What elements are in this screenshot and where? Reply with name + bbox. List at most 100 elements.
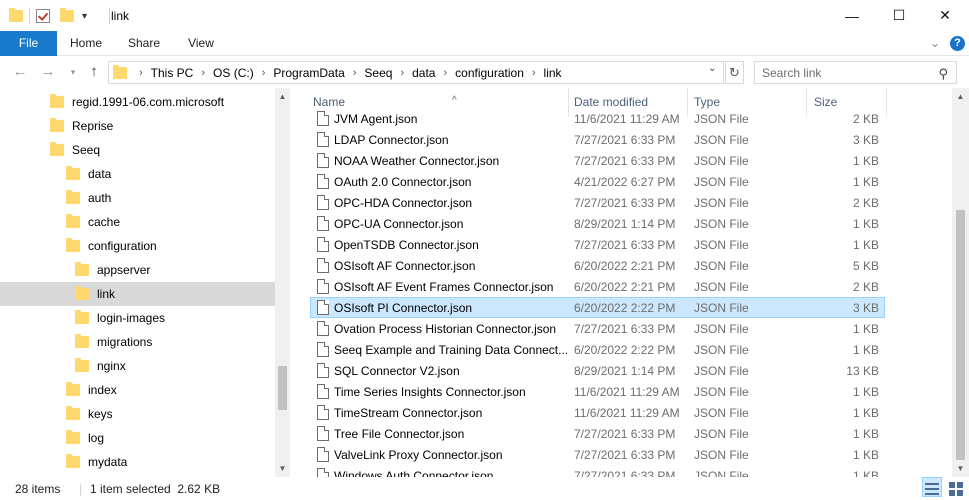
file-type: JSON File (694, 216, 749, 231)
scroll-up-icon[interactable]: ▲ (275, 92, 290, 101)
tree-item-link[interactable]: link (0, 282, 275, 306)
scroll-down-icon[interactable]: ▼ (275, 464, 290, 473)
file-type: JSON File (694, 174, 749, 189)
nav-scrollbar[interactable]: ▲ ▼ (275, 88, 290, 477)
tab-home[interactable]: Home (61, 31, 111, 56)
file-name: Windows Auth Connector.json (334, 468, 494, 478)
file-list: Name ^ Date modified Type Size JVM Agent… (296, 88, 952, 477)
tree-item-migrations[interactable]: migrations (0, 330, 275, 354)
file-row[interactable]: OSIsoft AF Event Frames Connector.json 6/… (310, 276, 885, 297)
chevron-right-icon[interactable]: › (139, 67, 143, 79)
tree-item-mydata[interactable]: mydata (0, 450, 275, 474)
tree-item-seeq[interactable]: Seeq (0, 138, 275, 162)
file-row[interactable]: OpenTSDB Connector.json 7/27/2021 6:33 PM… (310, 234, 885, 255)
file-list-scrollbar-thumb[interactable] (956, 210, 965, 460)
breadcrumb-data[interactable]: data (412, 66, 435, 80)
tree-item-cache[interactable]: cache (0, 210, 275, 234)
file-row[interactable]: OPC-HDA Connector.json 7/27/2021 6:33 PM J… (310, 192, 885, 213)
file-size: 5 KB (852, 258, 879, 273)
chevron-right-icon[interactable]: › (262, 67, 266, 79)
chevron-right-icon[interactable]: › (400, 67, 404, 79)
forward-arrow-icon[interactable]: → (38, 63, 58, 80)
customize-toolbar-icon[interactable]: ▾ (82, 11, 87, 22)
breadcrumb-this-pc[interactable]: This PC (151, 66, 194, 80)
file-row[interactable]: OSIsoft PI Connector.json 6/20/2022 2:22 … (310, 297, 885, 318)
breadcrumb-configuration[interactable]: configuration (455, 66, 524, 80)
minimize-button[interactable]: — (829, 0, 875, 31)
json-file-icon (317, 174, 329, 189)
file-row[interactable]: JVM Agent.json 11/6/2021 11:29 AM JSON Fil… (310, 108, 885, 129)
file-row[interactable]: OSIsoft AF Connector.json 6/20/2022 2:21 … (310, 255, 885, 276)
folder-icon (113, 64, 127, 79)
tree-item-configuration[interactable]: configuration (0, 234, 275, 258)
tab-file[interactable]: File (0, 31, 57, 56)
title-bar: ▾ link — ☐ ✕ (0, 0, 969, 31)
search-icon[interactable]: ⚲ (938, 66, 948, 82)
file-list-scrollbar[interactable]: ▲ ▼ (952, 88, 969, 477)
chevron-right-icon[interactable]: › (201, 67, 205, 79)
file-row[interactable]: Tree File Connector.json 7/27/2021 6:33 P… (310, 423, 885, 444)
file-row[interactable]: Time Series Insights Connector.json 11/6/… (310, 381, 885, 402)
search-box[interactable]: ⚲ (754, 61, 957, 84)
file-row[interactable]: TimeStream Connector.json 11/6/2021 11:29… (310, 402, 885, 423)
file-date-modified: 6/20/2022 2:21 PM (574, 258, 676, 273)
file-row[interactable]: NOAA Weather Connector.json 7/27/2021 6:3… (310, 150, 885, 171)
tab-view[interactable]: View (176, 31, 226, 56)
file-row[interactable]: OAuth 2.0 Connector.json 4/21/2022 6:27 P… (310, 171, 885, 192)
expand-ribbon-icon[interactable]: ⌄ (930, 36, 940, 50)
file-size: 1 KB (852, 174, 879, 189)
tree-item-appserver[interactable]: appserver (0, 258, 275, 282)
nav-scrollbar-thumb[interactable] (278, 366, 287, 410)
close-button[interactable]: ✕ (922, 0, 968, 31)
address-dropdown-icon[interactable]: ⌄ (708, 63, 716, 74)
details-view-icon (925, 483, 939, 495)
breadcrumb-seeq[interactable]: Seeq (364, 66, 392, 80)
breadcrumb-os-c[interactable]: OS (C:) (213, 66, 254, 80)
file-type: JSON File (694, 363, 749, 378)
chevron-right-icon[interactable]: › (443, 67, 447, 79)
file-date-modified: 6/20/2022 2:22 PM (574, 300, 676, 315)
file-size: 2 KB (852, 111, 879, 126)
file-row[interactable]: Ovation Process Historian Connector.json… (310, 318, 885, 339)
chevron-right-icon[interactable]: › (353, 67, 357, 79)
file-row[interactable]: OPC-UA Connector.json 8/29/2021 1:14 PM JS… (310, 213, 885, 234)
maximize-button[interactable]: ☐ (876, 0, 922, 31)
new-folder-icon[interactable] (60, 8, 74, 22)
address-bar[interactable]: › This PC › OS (C:) › ProgramData › Seeq… (108, 61, 724, 84)
scroll-down-icon[interactable]: ▼ (953, 464, 968, 473)
file-row[interactable]: LDAP Connector.json 7/27/2021 6:33 PM JSON… (310, 129, 885, 150)
refresh-button[interactable]: ↻ (725, 61, 744, 84)
search-input[interactable] (755, 62, 925, 83)
file-type: JSON File (694, 237, 749, 252)
file-row[interactable]: SQL Connector V2.json 8/29/2021 1:14 PM JS… (310, 360, 885, 381)
file-size: 1 KB (852, 216, 879, 231)
file-row[interactable]: ValveLink Proxy Connector.json 7/27/2021 … (310, 444, 885, 465)
file-date-modified: 8/29/2021 1:14 PM (574, 363, 676, 378)
chevron-right-icon[interactable]: › (532, 67, 536, 79)
up-arrow-icon[interactable]: ↑ (84, 63, 104, 80)
tree-item-login-images[interactable]: login-images (0, 306, 275, 330)
tree-item-regid-1991-06-com-microsoft[interactable]: regid.1991-06.com.microsoft (0, 90, 275, 114)
tree-item-nginx[interactable]: nginx (0, 354, 275, 378)
tab-share[interactable]: Share (119, 31, 169, 56)
file-row[interactable]: Seeq Example and Training Data Connect..… (310, 339, 885, 360)
properties-icon[interactable] (36, 9, 50, 23)
tree-item-data[interactable]: data (0, 162, 275, 186)
scroll-up-icon[interactable]: ▲ (953, 92, 968, 101)
back-arrow-icon[interactable]: ← (10, 63, 30, 80)
file-row[interactable]: Windows Auth Connector.json 7/27/2021 6:3… (310, 465, 885, 477)
tree-item-log[interactable]: log (0, 426, 275, 450)
breadcrumb-programdata[interactable]: ProgramData (273, 66, 344, 80)
large-icons-view-button[interactable] (946, 477, 966, 497)
recent-locations-icon[interactable]: ▾ (63, 67, 83, 78)
status-bar: 28 items | 1 item selected 2.62 KB (0, 477, 969, 500)
tree-item-keys[interactable]: keys (0, 402, 275, 426)
tree-item-index[interactable]: index (0, 378, 275, 402)
tree-item-label: Reprise (72, 119, 114, 133)
help-icon[interactable]: ? (950, 36, 965, 51)
json-file-icon (317, 363, 329, 378)
details-view-button[interactable] (922, 477, 942, 497)
tree-item-reprise[interactable]: Reprise (0, 114, 275, 138)
tree-item-auth[interactable]: auth (0, 186, 275, 210)
breadcrumb-link[interactable]: link (544, 66, 562, 80)
